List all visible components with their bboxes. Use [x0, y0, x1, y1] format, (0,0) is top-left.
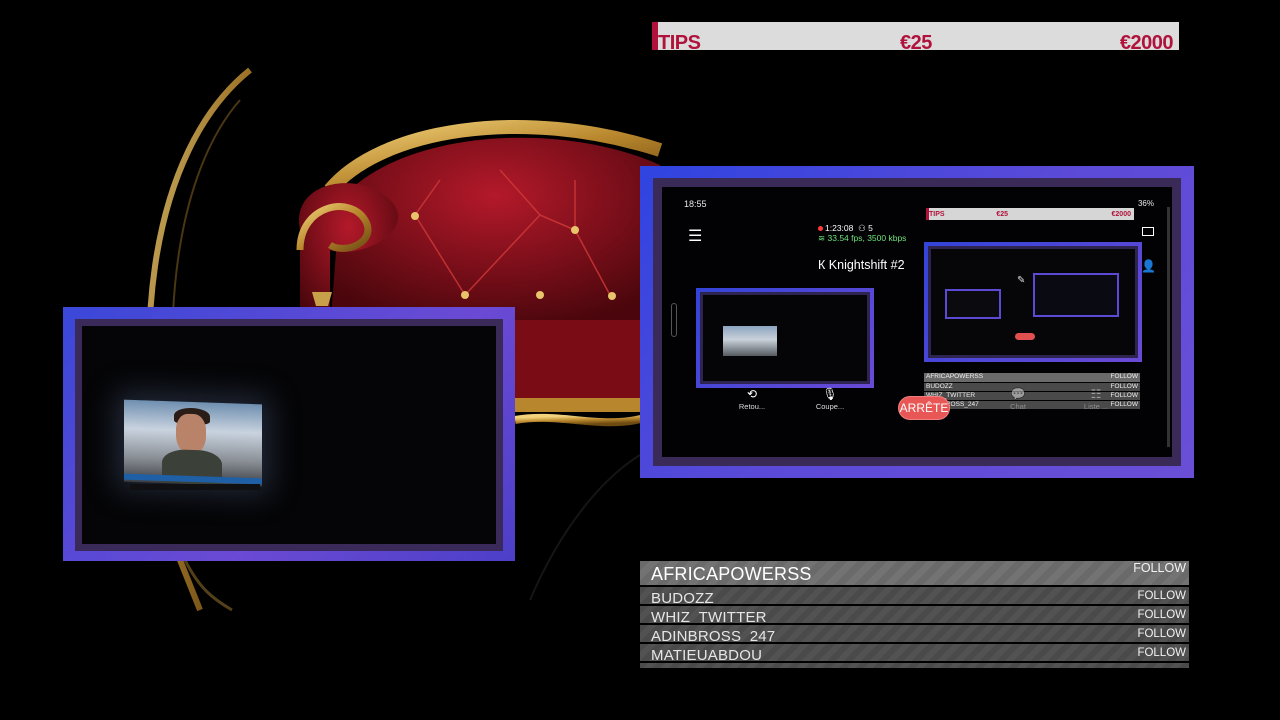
- follower-name: BUDOZZ: [651, 590, 714, 604]
- follow-button[interactable]: FOLLOW: [1137, 590, 1186, 602]
- follower-name: WHIZ_TWITTER: [651, 609, 767, 623]
- mute-label: Coupe...: [815, 402, 845, 411]
- tips-label: TIPS: [658, 32, 701, 50]
- list-item: MATIEUABDOU FOLLOW: [640, 644, 1189, 661]
- menu-icon[interactable]: ☰: [688, 226, 702, 246]
- mini-follow-name: AFRICAPOWERSS: [926, 373, 984, 380]
- recent-followers-list: AFRICAPOWERSS FOLLOW BUDOZZ FOLLOW WHIZ_…: [640, 561, 1189, 668]
- mini-camera-preview: [696, 288, 874, 388]
- stream-controls-bar: ⟲ Retou... 🎙 Coupe... ARRÊTE 💬 Chat ☷ Li…: [662, 387, 1172, 423]
- battery-status: 36%: [1137, 199, 1154, 208]
- television-image: [124, 399, 262, 487]
- follower-name: ADINBROSS_247: [651, 628, 776, 642]
- television-stand: [130, 484, 260, 490]
- follow-button[interactable]: FOLLOW: [1137, 609, 1186, 621]
- tips-goal-amount: €2000: [1119, 32, 1174, 50]
- bitrate-text: 33.54 fps, 3500 kbps: [827, 233, 907, 243]
- kick-logo-icon: К: [818, 258, 826, 272]
- chat-label: Chat: [1010, 402, 1026, 411]
- mini-television-image: [723, 326, 777, 356]
- mini-tips-label: TIPS: [929, 210, 945, 218]
- viewers-icon: ⚇: [858, 223, 866, 233]
- stream-stats: 1:23:08 ⚇ 5 ≋ 33.54 fps, 3500 kbps: [818, 223, 906, 243]
- list-item: BUDOZZ FOLLOW: [640, 587, 1189, 604]
- phone-screen-frame: 18:55 36% ☰ 1:23:08 ⚇ 5 ≋ 33.54 fps, 350…: [640, 166, 1194, 478]
- return-camera-label: Retou...: [738, 402, 766, 411]
- list-item: AFRICAPOWERSS FOLLOW: [640, 561, 1189, 585]
- list-button[interactable]: ☷ Liste ...: [1076, 387, 1116, 411]
- chat-icon: 💬: [1010, 387, 1026, 401]
- viewer-count: 5: [868, 223, 873, 233]
- tips-current-amount: €25: [900, 32, 932, 50]
- live-timer: 1:23:08: [825, 223, 854, 233]
- wifi-icon: ≋: [818, 233, 826, 243]
- tips-goal-bar: TIPS €25 €2000: [652, 22, 1179, 50]
- mini-tips-goal: €2000: [1111, 210, 1131, 218]
- live-dot-icon: [818, 226, 823, 231]
- stop-stream-button[interactable]: ARRÊTE: [898, 396, 950, 420]
- follow-button[interactable]: FOLLOW: [1133, 561, 1186, 575]
- mini-screen-preview: [924, 242, 1142, 362]
- mini-tips-current: €25: [996, 210, 1009, 218]
- side-drawer-handle[interactable]: [671, 303, 677, 337]
- list-icon: ☷: [1090, 387, 1102, 401]
- camera-flip-icon: ⟲: [746, 387, 758, 401]
- pencil-icon[interactable]: ✎: [1017, 275, 1025, 286]
- list-item: [640, 663, 1189, 668]
- phone-screen: 18:55 36% ☰ 1:23:08 ⚇ 5 ≋ 33.54 fps, 350…: [653, 178, 1181, 466]
- channel-name: К Knightshift #2: [818, 258, 905, 272]
- mini-follow-button: FOLLOW: [1110, 373, 1138, 380]
- microphone-icon: 🎙: [822, 387, 838, 401]
- return-camera-button[interactable]: ⟲ Retou...: [732, 387, 772, 411]
- follower-name: MATIEUABDOU: [651, 647, 763, 661]
- camera-feed-frame: [63, 307, 515, 561]
- follow-button[interactable]: FOLLOW: [1137, 628, 1186, 640]
- channel-title: Knightshift #2: [828, 258, 905, 272]
- mute-button[interactable]: 🎙 Coupe...: [810, 387, 850, 411]
- list-label: Liste ...: [1083, 402, 1109, 411]
- camera-feed: [75, 319, 503, 551]
- screen-share-icon[interactable]: [1142, 227, 1154, 236]
- person-add-icon[interactable]: 👤: [1141, 259, 1156, 273]
- list-item: ADINBROSS_247 FOLLOW: [640, 625, 1189, 642]
- follower-name: AFRICAPOWERSS: [651, 563, 812, 584]
- follow-button[interactable]: FOLLOW: [1137, 647, 1186, 659]
- list-item: WHIZ_TWITTER FOLLOW: [640, 606, 1189, 623]
- chat-button[interactable]: 💬 Chat: [998, 387, 1038, 411]
- mini-tips-bar: TIPS €25 €2000: [926, 208, 1134, 220]
- status-time: 18:55: [684, 199, 707, 209]
